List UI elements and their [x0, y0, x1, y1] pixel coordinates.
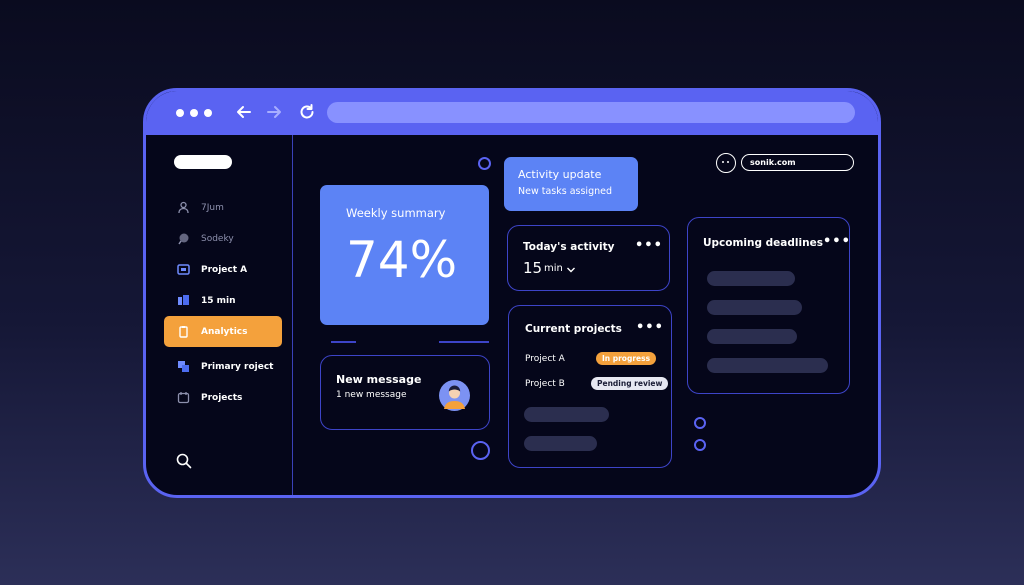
- divider: [331, 341, 356, 343]
- sidebar-item-primary-roject[interactable]: Primary roject: [164, 351, 282, 382]
- status-label: Pending review: [597, 379, 663, 388]
- placeholder-bar: [707, 300, 802, 315]
- activity-value: 15: [523, 259, 543, 277]
- status-label: In progress: [602, 354, 651, 363]
- card-title: Current projects: [525, 323, 622, 335]
- activity-unit: min: [544, 263, 563, 274]
- profile-icon[interactable]: [716, 153, 736, 173]
- placeholder-bar: [707, 329, 797, 344]
- sidebar: 7Jum Sodeky Project A 15 min Analytics P…: [146, 135, 293, 495]
- clock-icon: [178, 295, 189, 305]
- chat-icon: [178, 233, 189, 245]
- card-title: Upcoming deadlines: [703, 237, 823, 249]
- placeholder-bar: [707, 358, 828, 373]
- browser-window: 7Jum Sodeky Project A 15 min Analytics P…: [143, 88, 881, 498]
- weekly-summary-card[interactable]: Weekly summary 74%: [320, 185, 489, 325]
- user-icon: [178, 201, 189, 214]
- more-icon[interactable]: •••: [636, 321, 664, 334]
- divider: [439, 341, 489, 343]
- sidebar-logo: [174, 155, 232, 169]
- title-bar: [146, 91, 878, 135]
- address-bar[interactable]: [327, 102, 855, 123]
- weekly-percent: 74%: [346, 231, 458, 289]
- todays-activity-card[interactable]: Today's activity ••• 15 min: [507, 225, 670, 291]
- decorative-ring: [694, 417, 706, 429]
- back-arrow-icon[interactable]: [233, 101, 255, 123]
- more-icon[interactable]: •••: [823, 235, 851, 248]
- clipboard-icon: [179, 326, 188, 338]
- card-subtitle: 1 new message: [336, 390, 407, 400]
- new-message-card[interactable]: New message 1 new message: [320, 355, 490, 430]
- project-name: Project B: [525, 379, 565, 389]
- card-title: Today's activity: [523, 241, 615, 253]
- calendar-icon: [177, 392, 190, 404]
- account-field[interactable]: sonik.com: [741, 154, 854, 171]
- card-subtitle: New tasks assigned: [518, 186, 612, 197]
- window-dot-icon[interactable]: [176, 109, 184, 117]
- decorative-ring: [694, 439, 706, 451]
- sidebar-item-label: Project A: [201, 264, 248, 275]
- sidebar-item-label: Sodeky: [201, 233, 234, 244]
- chevron-down-icon[interactable]: [566, 266, 576, 274]
- upcoming-deadlines-card[interactable]: Upcoming deadlines •••: [687, 217, 850, 394]
- card-title: Activity update: [518, 168, 602, 181]
- card-title: New message: [336, 373, 422, 386]
- sidebar-item-label: Analytics: [201, 326, 248, 337]
- sidebar-item-project-a[interactable]: Project A: [164, 254, 282, 285]
- current-projects-card[interactable]: Current projects ••• Project A In progre…: [508, 305, 672, 468]
- placeholder-bar: [524, 407, 609, 422]
- search-icon[interactable]: [176, 453, 192, 469]
- card-title: Weekly summary: [346, 206, 446, 220]
- sidebar-item-analytics[interactable]: Analytics: [164, 316, 282, 347]
- stack-icon: [178, 361, 189, 372]
- avatar[interactable]: [439, 380, 470, 411]
- window-dot-icon[interactable]: [204, 109, 212, 117]
- placeholder-bar: [707, 271, 795, 286]
- sidebar-item-label: 15 min: [201, 295, 236, 306]
- reload-icon[interactable]: [296, 101, 318, 123]
- project-name: Project A: [525, 354, 565, 364]
- account-name: sonik.com: [750, 158, 796, 167]
- placeholder-bar: [524, 436, 597, 451]
- sidebar-item-label: Primary roject: [201, 361, 274, 372]
- decorative-ring: [471, 441, 490, 460]
- decorative-ring: [478, 157, 491, 170]
- sidebar-item-sodeky[interactable]: Sodeky: [164, 223, 282, 254]
- sidebar-item-label: 7Jum: [201, 202, 224, 213]
- sidebar-item-15-min[interactable]: 15 min: [164, 285, 282, 316]
- sidebar-item-label: Projects: [201, 392, 243, 403]
- status-badge: Pending review: [591, 377, 669, 390]
- forward-arrow-icon[interactable]: [263, 101, 285, 123]
- window-dot-icon[interactable]: [190, 109, 198, 117]
- status-badge: In progress: [596, 352, 657, 365]
- sidebar-item-projects[interactable]: Projects: [164, 382, 282, 413]
- folder-icon: [177, 264, 190, 275]
- more-icon[interactable]: •••: [635, 239, 663, 252]
- sidebar-item-7jum[interactable]: 7Jum: [164, 192, 282, 223]
- activity-update-card[interactable]: Activity update New tasks assigned: [504, 157, 638, 211]
